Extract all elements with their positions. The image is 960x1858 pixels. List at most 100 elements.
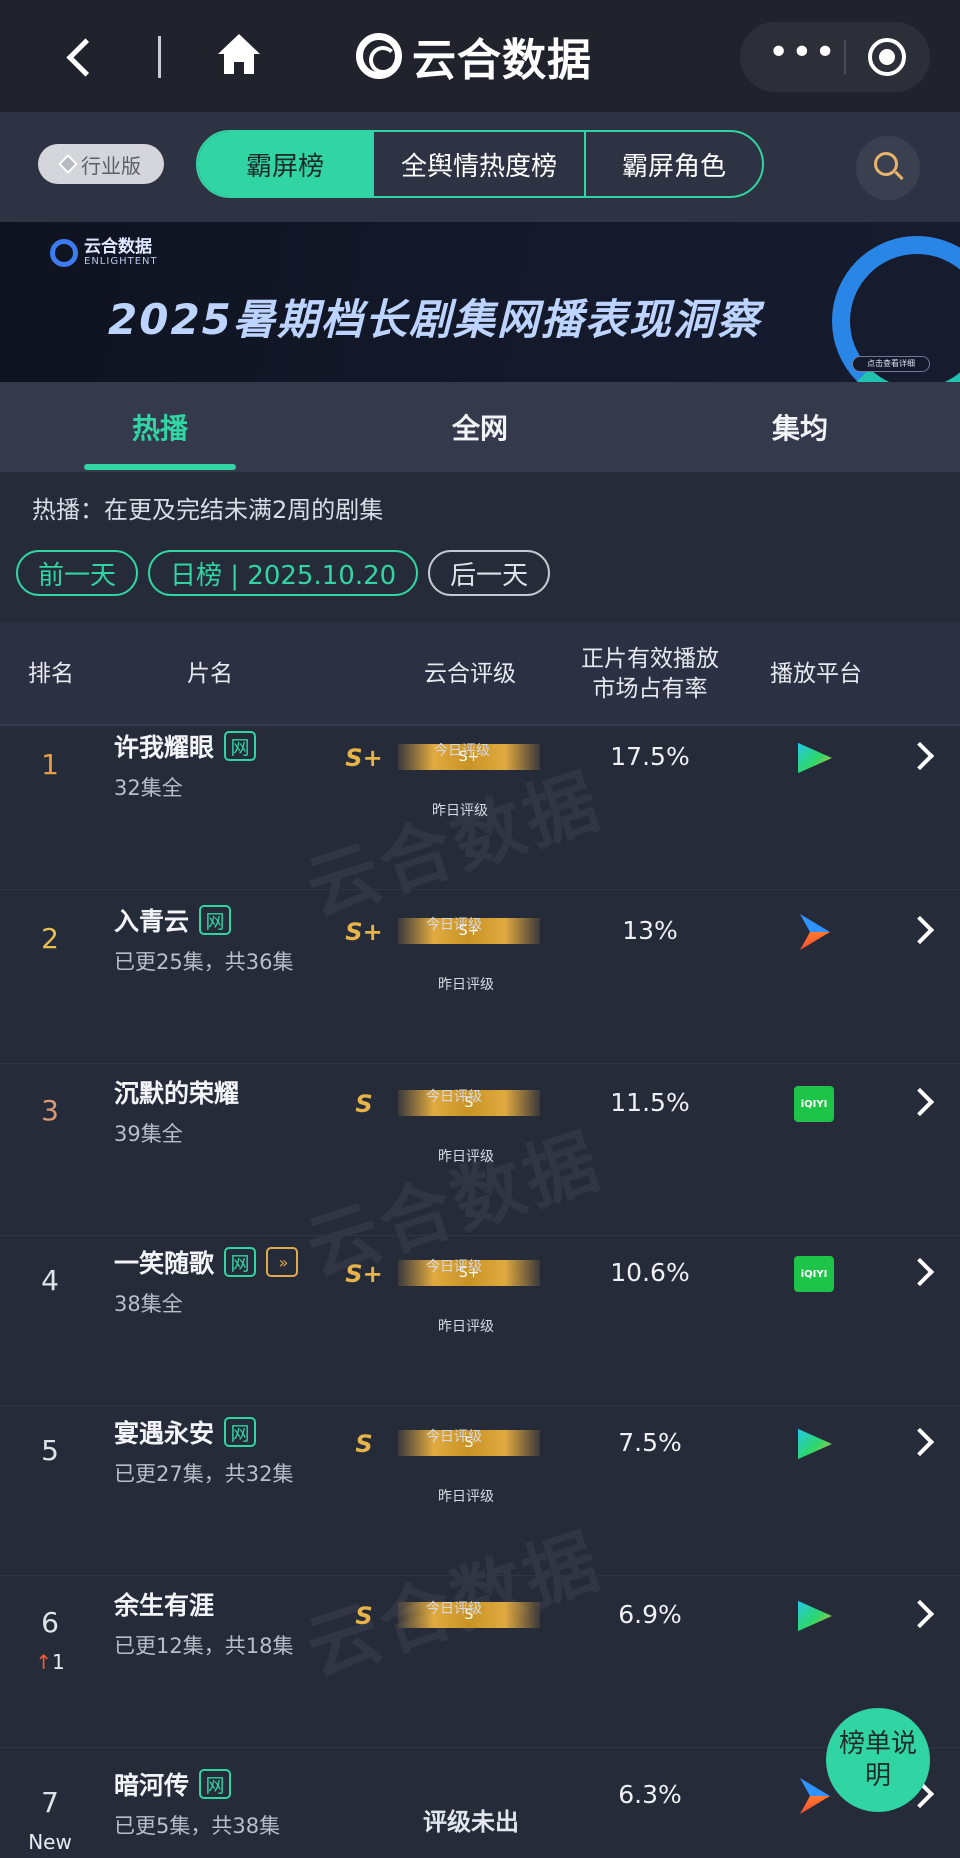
- date-picker[interactable]: 日榜 | 2025.10.20: [148, 550, 419, 596]
- brand-logo-icon: [356, 33, 402, 79]
- next-day-button[interactable]: 后一天: [428, 550, 551, 596]
- tencent-video-icon: [798, 742, 832, 774]
- web-drama-tag: 网: [199, 905, 232, 935]
- table-row[interactable]: 6 ↑1 余生有涯 已更12集，共18集 S 今日评级 S 6.9%: [0, 1578, 960, 1748]
- prev-day-button[interactable]: 前一天: [16, 550, 139, 596]
- table-row[interactable]: 3 沉默的荣耀 39集全 S 今日评级 S 昨日评级 11.5% iQIYI: [0, 1066, 960, 1236]
- yesterday-grade-label: 昨日评级: [432, 803, 488, 819]
- episode-count: 已更5集，共38集: [114, 1814, 281, 1838]
- ranking-explanation-button[interactable]: 榜单说明: [826, 1708, 930, 1812]
- chevron-right-icon[interactable]: [905, 915, 935, 945]
- tencent-video-icon: [798, 1600, 832, 1632]
- episode-count: 39集全: [114, 1122, 183, 1146]
- web-drama-tag: 网: [224, 731, 257, 761]
- title-group: 余生有涯: [114, 1586, 214, 1622]
- segment-screen-dominance[interactable]: 霸屏榜: [198, 132, 372, 196]
- youku-icon: [800, 1778, 830, 1814]
- ranking-type-switch: 霸屏榜 全舆情热度榜 霸屏角色: [196, 130, 764, 198]
- banner-cta-button[interactable]: 点击查看详细: [852, 356, 930, 372]
- web-drama-tag: 网: [199, 1769, 232, 1799]
- edition-badge[interactable]: 行业版: [38, 144, 164, 184]
- grade-bar: 今日评级 S: [398, 1601, 540, 1628]
- header-platform: 播放平台: [770, 661, 862, 687]
- tencent-video-icon: [798, 1428, 832, 1460]
- edition-label: 行业版: [81, 153, 141, 178]
- title-group: 许我耀眼网: [114, 728, 257, 764]
- today-grade-label: 今日评级: [426, 1429, 482, 1445]
- youku-icon: [800, 914, 830, 950]
- home-icon[interactable]: [214, 30, 264, 80]
- episode-count: 已更27集，共32集: [114, 1462, 294, 1486]
- active-tab-indicator: [84, 464, 236, 470]
- back-arrow-icon[interactable]: [58, 30, 102, 86]
- more-icon[interactable]: •••: [768, 35, 836, 72]
- title-group: 暗河传网: [114, 1766, 232, 1802]
- fast-forward-icon: »: [266, 1247, 299, 1277]
- today-grade-label: 今日评级: [426, 1089, 482, 1105]
- tab-all-net[interactable]: 全网: [380, 382, 580, 472]
- close-mini-program-icon[interactable]: [868, 38, 906, 76]
- table-row[interactable]: 5 宴遇永安网已更27集，共32集 S 今日评级 S 昨日评级 7.5%: [0, 1406, 960, 1576]
- tab-hot[interactable]: 热播: [60, 382, 260, 472]
- title-group: 一笑随歌网 »: [114, 1244, 299, 1280]
- rank-number: 3: [41, 1094, 59, 1127]
- yesterday-grade-label: 昨日评级: [438, 977, 494, 993]
- date-navigator: 前一天 日榜 | 2025.10.20 后一天: [16, 550, 551, 596]
- grade-bar: 今日评级 S 昨日评级: [398, 1429, 540, 1505]
- banner-logo: 云合数据 ENLIGHTENT: [50, 238, 158, 268]
- arrow-up-icon: ↑: [35, 1650, 53, 1674]
- grade-bar: 今日评级 S+ 昨日评级: [398, 1259, 540, 1335]
- diamond-icon: [58, 154, 78, 174]
- banner-logo-icon: [50, 239, 78, 267]
- grade-bar: 今日评级 S+ 昨日评级: [398, 917, 540, 993]
- table-row[interactable]: 2 入青云网已更25集，共36集 S+ 今日评级 S+ 昨日评级 13%: [0, 894, 960, 1064]
- grade-letter: S+: [345, 1260, 383, 1288]
- segment-dominant-roles[interactable]: 霸屏角色: [584, 132, 762, 196]
- rank-number: 2: [41, 922, 59, 955]
- drama-title: 宴遇永安: [114, 1419, 215, 1448]
- rank-number: 4: [41, 1264, 59, 1297]
- chevron-right-icon[interactable]: [905, 741, 935, 771]
- rank-change-value: 1: [52, 1650, 65, 1674]
- web-drama-tag: 网: [224, 1247, 257, 1277]
- segment-full-sentiment[interactable]: 全舆情热度榜: [372, 132, 584, 196]
- promo-banner[interactable]: 云合数据 ENLIGHTENT 2025暑期档长剧集网播表现洞察 点击查看详细: [0, 222, 960, 382]
- drama-title: 暗河传: [114, 1771, 190, 1800]
- grade-letter: S+: [345, 744, 383, 772]
- header-rank: 排名: [28, 661, 74, 687]
- table-row[interactable]: 1 许我耀眼网 32集全 S+ 今日评级 S+ 昨日评级 17.5%: [0, 720, 960, 890]
- grade-letter: S: [355, 1430, 373, 1458]
- market-share: 7.5%: [618, 1428, 682, 1457]
- yesterday-grade-label: 昨日评级: [438, 1489, 494, 1505]
- rank-number: 5: [41, 1434, 59, 1467]
- search-button[interactable]: [856, 136, 920, 200]
- market-share: 6.3%: [618, 1780, 682, 1809]
- grade-letter: S+: [345, 918, 383, 946]
- drama-title: 沉默的荣耀: [114, 1079, 240, 1108]
- banner-title: 2025暑期档长剧集网播表现洞察: [108, 295, 761, 344]
- episode-count: 38集全: [114, 1292, 183, 1316]
- grade-bar: 今日评级 S 昨日评级: [398, 1089, 540, 1165]
- yesterday-grade-label: 昨日评级: [438, 1149, 494, 1165]
- table-header: 排名 片名 云合评级 正片有效播放 市场占有率 播放平台: [0, 622, 960, 726]
- tab-per-episode[interactable]: 集均: [700, 382, 900, 472]
- today-grade-label: 今日评级: [434, 743, 490, 759]
- chevron-right-icon[interactable]: [905, 1599, 935, 1629]
- market-share: 13%: [622, 916, 678, 945]
- chevron-right-icon[interactable]: [905, 1087, 935, 1117]
- table-row[interactable]: 4 一笑随歌网 » 38集全 S+ 今日评级 S+ 昨日评级 10.6% iQIYI: [0, 1236, 960, 1406]
- rank-number: 7: [41, 1786, 59, 1819]
- ranking-tabs: 热播 全网 集均: [0, 382, 960, 472]
- market-share: 6.9%: [618, 1600, 682, 1629]
- rank-change-value: New: [28, 1830, 72, 1854]
- nav-divider: [158, 36, 161, 78]
- today-grade-label: 今日评级: [426, 917, 482, 933]
- table-row[interactable]: 7 New 暗河传网已更5集，共38集 评级未出 6.3%: [0, 1758, 960, 1858]
- today-grade-label: 今日评级: [426, 1259, 482, 1275]
- brand-name: 云合数据: [412, 35, 592, 86]
- chevron-right-icon[interactable]: [905, 1427, 935, 1457]
- header-title: 片名: [187, 661, 233, 687]
- drama-title: 余生有涯: [114, 1591, 215, 1620]
- header-grade: 云合评级: [424, 661, 516, 687]
- chevron-right-icon[interactable]: [905, 1257, 935, 1287]
